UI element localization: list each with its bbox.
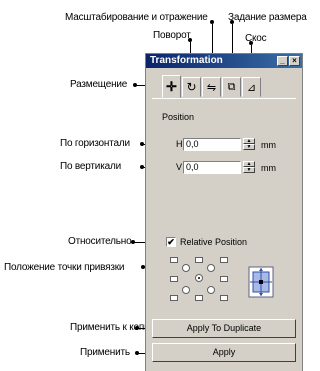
anchor-box[interactable]	[195, 257, 203, 263]
callout-position: Размещение	[70, 79, 128, 90]
minimize-button[interactable]: _	[277, 56, 288, 66]
callout-scale-mirror: Масштабирование и отражение	[65, 12, 208, 23]
close-button[interactable]: ×	[289, 56, 300, 66]
callout-relative: Относительно	[68, 236, 132, 247]
callout-apply: Применить	[80, 347, 130, 358]
apply-to-duplicate-button[interactable]: Apply To Duplicate	[152, 319, 296, 338]
scale-icon: ⇋	[206, 81, 217, 94]
rotate-icon: ↻	[186, 80, 197, 94]
anchor-box[interactable]	[170, 295, 178, 301]
skew-icon: ⊿	[246, 81, 257, 94]
tab-divider	[152, 98, 296, 99]
callout-anchor: Положение точки привязки	[4, 262, 125, 273]
relative-position-label[interactable]: Relative Position	[180, 237, 247, 248]
transformation-panel: Transformation _ × ✛ ↻ ⇋ ⧉ ⊿ Position H …	[145, 53, 303, 371]
v-label: V	[176, 162, 183, 172]
horizontal-input[interactable]: 0,0	[183, 138, 241, 151]
leader-dot	[135, 351, 139, 355]
anchor-radio-bottom-right[interactable]	[207, 286, 215, 294]
size-icon: ⧉	[227, 80, 236, 93]
leader-dot	[131, 240, 135, 244]
leader-dot	[249, 41, 253, 45]
callout-vertical: По вертикали	[60, 161, 121, 172]
h-unit: mm	[261, 140, 276, 150]
panel-title: Transformation	[150, 55, 223, 66]
leader-dot	[133, 83, 137, 87]
tab-skew[interactable]: ⊿	[242, 77, 261, 97]
horizontal-spinner[interactable]: ▲ ▼	[243, 138, 255, 151]
section-label: Position	[162, 112, 195, 122]
spin-down-icon[interactable]: ▼	[243, 167, 255, 173]
move-icon: ✛	[166, 78, 177, 94]
callout-rotate: Поворот	[153, 30, 191, 41]
anchor-radio-top-right[interactable]	[207, 264, 215, 272]
tab-position[interactable]: ✛	[162, 75, 181, 98]
anchor-box[interactable]	[170, 276, 178, 282]
anchor-box[interactable]	[220, 295, 228, 301]
leader-dot	[135, 326, 139, 330]
h-label: H	[176, 139, 183, 149]
anchor-box[interactable]	[220, 276, 228, 282]
anchor-radio-center[interactable]	[195, 274, 203, 282]
callout-horizontal: По горизонтали	[60, 138, 130, 149]
spin-down-icon[interactable]: ▼	[243, 144, 255, 150]
apply-button[interactable]: Apply	[152, 343, 296, 362]
v-unit: mm	[261, 163, 276, 173]
vertical-spinner[interactable]: ▲ ▼	[243, 161, 255, 174]
relative-position-checkbox[interactable]: ✔	[166, 237, 176, 247]
anchor-radio-bottom-left[interactable]	[182, 286, 190, 294]
leader-dot	[140, 165, 144, 169]
leader-dot	[188, 38, 192, 42]
anchor-box[interactable]	[170, 257, 178, 263]
anchor-grid	[170, 257, 230, 305]
anchor-preview-icon	[248, 266, 274, 298]
leader-dot	[140, 142, 144, 146]
anchor-box[interactable]	[220, 257, 228, 263]
tab-scale-mirror[interactable]: ⇋	[202, 77, 221, 97]
leader-dot	[230, 20, 234, 24]
leader-dot	[210, 20, 214, 24]
callout-size: Задание размера	[228, 12, 307, 23]
tab-size[interactable]: ⧉	[222, 77, 241, 97]
tab-rotate[interactable]: ↻	[182, 77, 201, 97]
anchor-radio-top-left[interactable]	[182, 264, 190, 272]
anchor-box[interactable]	[195, 295, 203, 301]
vertical-input[interactable]: 0,0	[183, 161, 241, 174]
